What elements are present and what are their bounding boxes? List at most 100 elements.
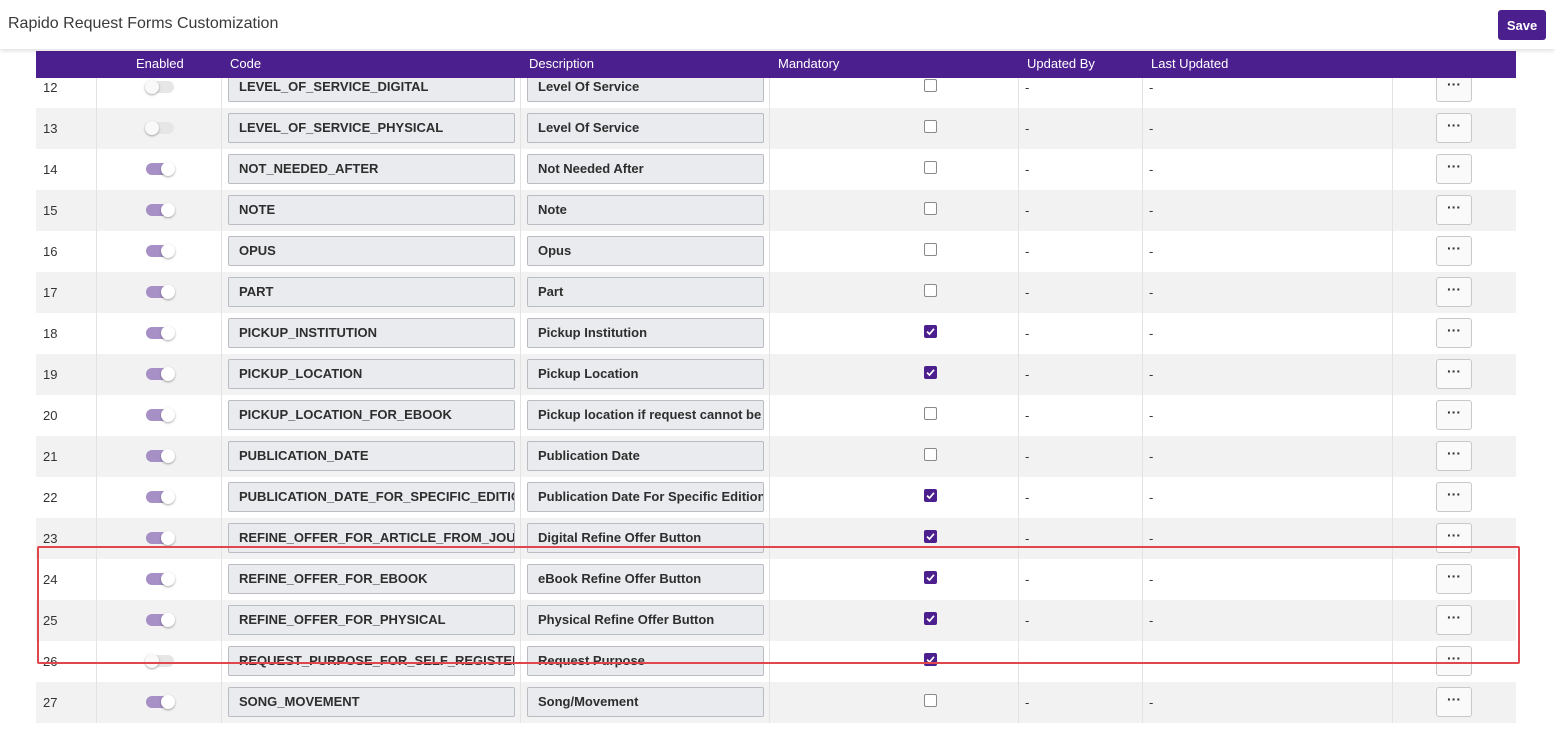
col-header-updated-by[interactable]: Updated By: [1027, 56, 1095, 71]
mandatory-checkbox[interactable]: [924, 243, 937, 256]
code-field[interactable]: OPUS: [228, 236, 515, 266]
updated-by-value: -: [1025, 613, 1030, 628]
enabled-toggle[interactable]: [146, 326, 175, 340]
last-updated-cell: -: [1142, 477, 1393, 518]
mandatory-checkbox[interactable]: [924, 448, 937, 461]
enabled-toggle[interactable]: [145, 654, 174, 668]
col-header-code[interactable]: Code: [230, 56, 261, 71]
row-actions-button[interactable]: ···: [1436, 482, 1472, 512]
enabled-toggle[interactable]: [146, 285, 175, 299]
row-number: 16: [43, 244, 58, 259]
col-header-mandatory[interactable]: Mandatory: [778, 56, 839, 71]
row-actions-button[interactable]: ···: [1436, 277, 1472, 307]
description-field[interactable]: Pickup location if request cannot be su: [527, 400, 764, 430]
enabled-toggle[interactable]: [146, 572, 175, 586]
mandatory-checkbox[interactable]: [924, 120, 937, 133]
col-header-enabled[interactable]: Enabled: [136, 56, 184, 71]
row-actions-button[interactable]: ···: [1436, 605, 1472, 635]
mandatory-checkbox[interactable]: [924, 694, 937, 707]
description-field[interactable]: Request Purpose: [527, 646, 764, 676]
updated-by-value: -: [1025, 449, 1030, 464]
row-actions-button[interactable]: ···: [1436, 523, 1472, 553]
description-field[interactable]: Pickup Institution: [527, 318, 764, 348]
description-field[interactable]: Pickup Location: [527, 359, 764, 389]
mandatory-checkbox[interactable]: [924, 202, 937, 215]
row-number: 23: [43, 531, 58, 546]
enabled-toggle[interactable]: [146, 490, 175, 504]
row-actions-button[interactable]: ···: [1436, 318, 1472, 348]
mandatory-checkbox[interactable]: [924, 407, 937, 420]
description-field[interactable]: Song/Movement: [527, 687, 764, 717]
enabled-toggle[interactable]: [145, 80, 174, 94]
enabled-toggle[interactable]: [146, 695, 175, 709]
mandatory-checkbox[interactable]: [924, 79, 937, 92]
code-field[interactable]: PUBLICATION_DATE_FOR_SPECIFIC_EDITION: [228, 482, 515, 512]
row-actions-button[interactable]: ···: [1436, 564, 1472, 594]
col-header-description[interactable]: Description: [529, 56, 594, 71]
enabled-toggle[interactable]: [146, 449, 175, 463]
row-actions-button[interactable]: ···: [1436, 236, 1472, 266]
mandatory-checkbox[interactable]: [924, 653, 937, 666]
description-field[interactable]: Physical Refine Offer Button: [527, 605, 764, 635]
code-field[interactable]: REFINE_OFFER_FOR_EBOOK: [228, 564, 515, 594]
enabled-toggle[interactable]: [146, 162, 175, 176]
description-field[interactable]: Part: [527, 277, 764, 307]
enabled-toggle[interactable]: [145, 121, 174, 135]
row-actions-button[interactable]: ···: [1436, 195, 1472, 225]
description-field[interactable]: Publication Date: [527, 441, 764, 471]
row-actions-button[interactable]: ···: [1436, 113, 1472, 143]
description-cell: Level Of Service: [520, 108, 770, 149]
enabled-toggle[interactable]: [146, 244, 175, 258]
table-row: 19 PICKUP_LOCATION Pickup Location - - ···: [36, 354, 1516, 395]
code-field[interactable]: PICKUP_INSTITUTION: [228, 318, 515, 348]
mandatory-checkbox[interactable]: [924, 530, 937, 543]
row-actions-button[interactable]: ···: [1436, 359, 1472, 389]
description-field[interactable]: eBook Refine Offer Button: [527, 564, 764, 594]
code-field[interactable]: REFINE_OFFER_FOR_PHYSICAL: [228, 605, 515, 635]
description-field[interactable]: Level Of Service: [527, 113, 764, 143]
description-field[interactable]: Publication Date For Specific Edition: [527, 482, 764, 512]
code-field[interactable]: LEVEL_OF_SERVICE_PHYSICAL: [228, 113, 515, 143]
row-actions-button[interactable]: ···: [1436, 646, 1472, 676]
row-actions-button[interactable]: ···: [1436, 687, 1472, 717]
enabled-toggle[interactable]: [146, 367, 175, 381]
mandatory-checkbox[interactable]: [924, 571, 937, 584]
code-field[interactable]: PICKUP_LOCATION_FOR_EBOOK: [228, 400, 515, 430]
enabled-toggle[interactable]: [146, 408, 175, 422]
code-field[interactable]: NOT_NEEDED_AFTER: [228, 154, 515, 184]
row-actions-button[interactable]: ···: [1436, 154, 1472, 184]
enabled-toggle[interactable]: [146, 531, 175, 545]
enabled-toggle[interactable]: [146, 613, 175, 627]
code-field[interactable]: PICKUP_LOCATION: [228, 359, 515, 389]
save-button[interactable]: Save: [1498, 10, 1546, 40]
mandatory-checkbox[interactable]: [924, 612, 937, 625]
mandatory-checkbox[interactable]: [924, 366, 937, 379]
code-field[interactable]: PART: [228, 277, 515, 307]
mandatory-checkbox[interactable]: [924, 284, 937, 297]
mandatory-cell: [769, 354, 1019, 395]
enabled-toggle[interactable]: [146, 203, 175, 217]
enabled-cell: [96, 190, 222, 231]
code-field[interactable]: SONG_MOVEMENT: [228, 687, 515, 717]
code-field[interactable]: REFINE_OFFER_FOR_ARTICLE_FROM_JOURNA: [228, 523, 515, 553]
last-updated-value: -: [1149, 408, 1154, 423]
code-field[interactable]: REQUEST_PURPOSE_FOR_SELF_REGISTERED_I: [228, 646, 515, 676]
description-field[interactable]: Note: [527, 195, 764, 225]
code-field[interactable]: NOTE: [228, 195, 515, 225]
row-number-cell: 16: [36, 231, 96, 272]
description-cell: Publication Date: [520, 436, 770, 477]
updated-by-value: -: [1025, 531, 1030, 546]
mandatory-checkbox[interactable]: [924, 161, 937, 174]
mandatory-checkbox[interactable]: [924, 325, 937, 338]
description-field[interactable]: Digital Refine Offer Button: [527, 523, 764, 553]
row-actions-button[interactable]: ···: [1436, 441, 1472, 471]
updated-by-value: -: [1025, 367, 1030, 382]
description-field[interactable]: Opus: [527, 236, 764, 266]
mandatory-checkbox[interactable]: [924, 489, 937, 502]
code-field[interactable]: PUBLICATION_DATE: [228, 441, 515, 471]
table-row: 24 REFINE_OFFER_FOR_EBOOK eBook Refine Off…: [36, 559, 1516, 600]
col-header-last-updated[interactable]: Last Updated: [1151, 56, 1228, 71]
row-actions-button[interactable]: ···: [1436, 400, 1472, 430]
checkmark-icon: [926, 574, 935, 582]
description-field[interactable]: Not Needed After: [527, 154, 764, 184]
